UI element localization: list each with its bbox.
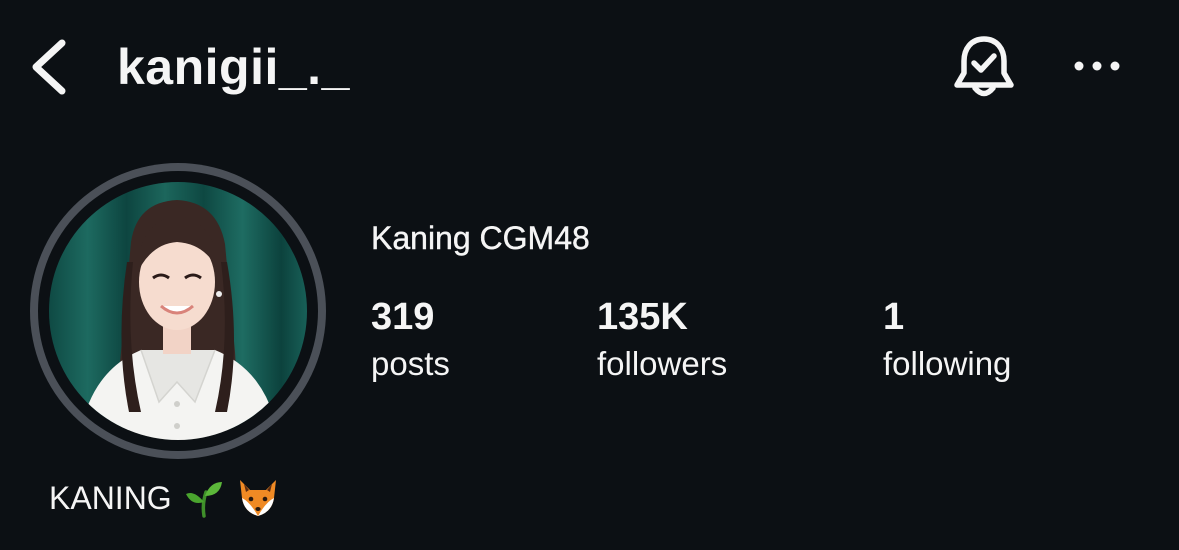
followers-count: 135K (597, 296, 688, 338)
following-stat[interactable]: 1 following (883, 290, 1011, 384)
profile-photo (49, 182, 307, 440)
more-horizontal-icon (1074, 61, 1120, 71)
followers-label: followers (597, 345, 728, 382)
profile-username: kanigii_._ (117, 39, 350, 95)
more-options-button[interactable] (1066, 44, 1128, 88)
posts-stat[interactable]: 319 posts (371, 290, 450, 384)
avatar[interactable] (30, 163, 326, 459)
following-count: 1 (883, 296, 905, 338)
posts-count: 319 (371, 296, 435, 338)
back-button[interactable] (22, 36, 74, 98)
posts-label: posts (371, 345, 450, 382)
bell-check-icon (954, 36, 1014, 97)
profile-screen: kanigii_._ Kaning CGM48 319 posts 135K f… (0, 0, 1179, 550)
following-label: following (883, 345, 1012, 382)
fox-emoji-icon (236, 478, 280, 518)
followers-stat[interactable]: 135K followers (597, 290, 727, 384)
profile-bio: KANING (49, 476, 280, 520)
profile-display-name: Kaning CGM48 (371, 220, 590, 256)
seedling-emoji-icon (184, 478, 224, 518)
bio-text: KANING (49, 480, 172, 516)
notifications-button[interactable] (946, 30, 1022, 106)
chevron-left-icon (32, 39, 66, 95)
